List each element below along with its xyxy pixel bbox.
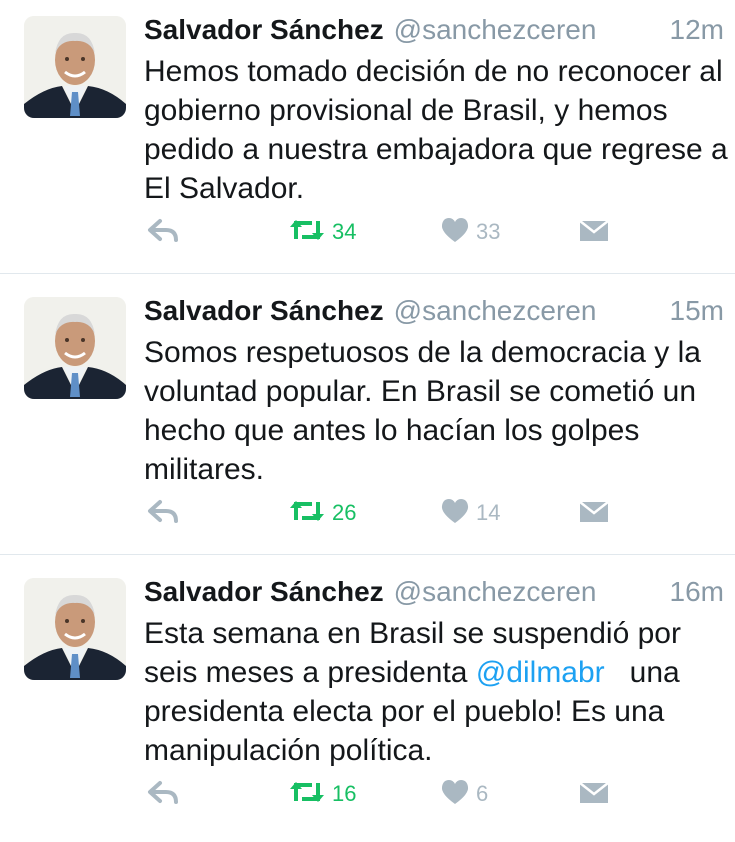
mention-link[interactable]: @dilmabr bbox=[476, 656, 605, 689]
tweet-actions: 26 14 bbox=[144, 493, 724, 533]
direct-message-button[interactable] bbox=[578, 493, 610, 533]
timestamp[interactable]: 16m bbox=[670, 572, 724, 612]
avatar[interactable] bbox=[24, 16, 126, 118]
tweet-text: Esta semana en Brasil se suspendió por s… bbox=[144, 614, 729, 770]
reply-button[interactable] bbox=[146, 493, 180, 533]
display-name[interactable]: Salvador Sánchez bbox=[144, 576, 384, 607]
timestamp[interactable]: 12m bbox=[670, 10, 724, 50]
like-count: 6 bbox=[476, 781, 489, 806]
direct-message-button[interactable] bbox=[578, 774, 610, 814]
tweet-text: Somos respetuosos de la democracia y la … bbox=[144, 336, 701, 486]
retweet-icon bbox=[288, 779, 326, 810]
heart-icon bbox=[440, 779, 470, 810]
like-button[interactable]: 14 bbox=[440, 493, 500, 533]
tweet-header: Salvador Sánchez @sanchezceren 12m bbox=[144, 10, 724, 50]
divider bbox=[0, 273, 735, 274]
retweet-button[interactable]: 34 bbox=[288, 212, 356, 252]
retweet-icon bbox=[288, 217, 326, 248]
message-icon bbox=[578, 217, 610, 248]
reply-button[interactable] bbox=[146, 774, 180, 814]
tweet[interactable]: Salvador Sánchez @sanchezceren 15m Somos … bbox=[0, 281, 735, 561]
reply-button[interactable] bbox=[146, 212, 180, 252]
like-button[interactable]: 6 bbox=[440, 774, 488, 814]
like-count: 14 bbox=[476, 500, 501, 525]
tweet-header: Salvador Sánchez @sanchezceren 16m bbox=[144, 572, 724, 612]
reply-icon bbox=[146, 498, 180, 529]
reply-icon bbox=[146, 779, 180, 810]
retweet-button[interactable]: 16 bbox=[288, 774, 356, 814]
display-name[interactable]: Salvador Sánchez bbox=[144, 14, 384, 45]
retweet-count: 34 bbox=[332, 219, 357, 244]
like-button[interactable]: 33 bbox=[440, 212, 500, 252]
avatar[interactable] bbox=[24, 297, 126, 399]
retweet-icon bbox=[288, 498, 326, 529]
reply-icon bbox=[146, 217, 180, 248]
message-icon bbox=[578, 779, 610, 810]
retweet-count: 26 bbox=[332, 500, 357, 525]
tweet-text: Hemos tomado decisión de no reconocer al… bbox=[144, 55, 728, 205]
heart-icon bbox=[440, 217, 470, 248]
username[interactable]: @sanchezceren bbox=[394, 295, 597, 326]
avatar[interactable] bbox=[24, 578, 126, 680]
heart-icon bbox=[440, 498, 470, 529]
tweet[interactable]: Salvador Sánchez @sanchezceren 16m Esta s… bbox=[0, 562, 735, 842]
direct-message-button[interactable] bbox=[578, 212, 610, 252]
tweet[interactable]: Salvador Sánchez @sanchezceren 12m Hemos … bbox=[0, 0, 735, 280]
username[interactable]: @sanchezceren bbox=[394, 576, 597, 607]
display-name[interactable]: Salvador Sánchez bbox=[144, 295, 384, 326]
message-icon bbox=[578, 498, 610, 529]
tweet-actions: 16 6 bbox=[144, 774, 724, 814]
divider bbox=[0, 554, 735, 555]
tweet-header: Salvador Sánchez @sanchezceren 15m bbox=[144, 291, 724, 331]
retweet-count: 16 bbox=[332, 781, 357, 806]
timestamp[interactable]: 15m bbox=[670, 291, 724, 331]
username[interactable]: @sanchezceren bbox=[394, 14, 597, 45]
like-count: 33 bbox=[476, 219, 501, 244]
timeline: Salvador Sánchez @sanchezceren 12m Hemos … bbox=[0, 0, 735, 832]
retweet-button[interactable]: 26 bbox=[288, 493, 356, 533]
tweet-actions: 34 33 bbox=[144, 212, 724, 252]
